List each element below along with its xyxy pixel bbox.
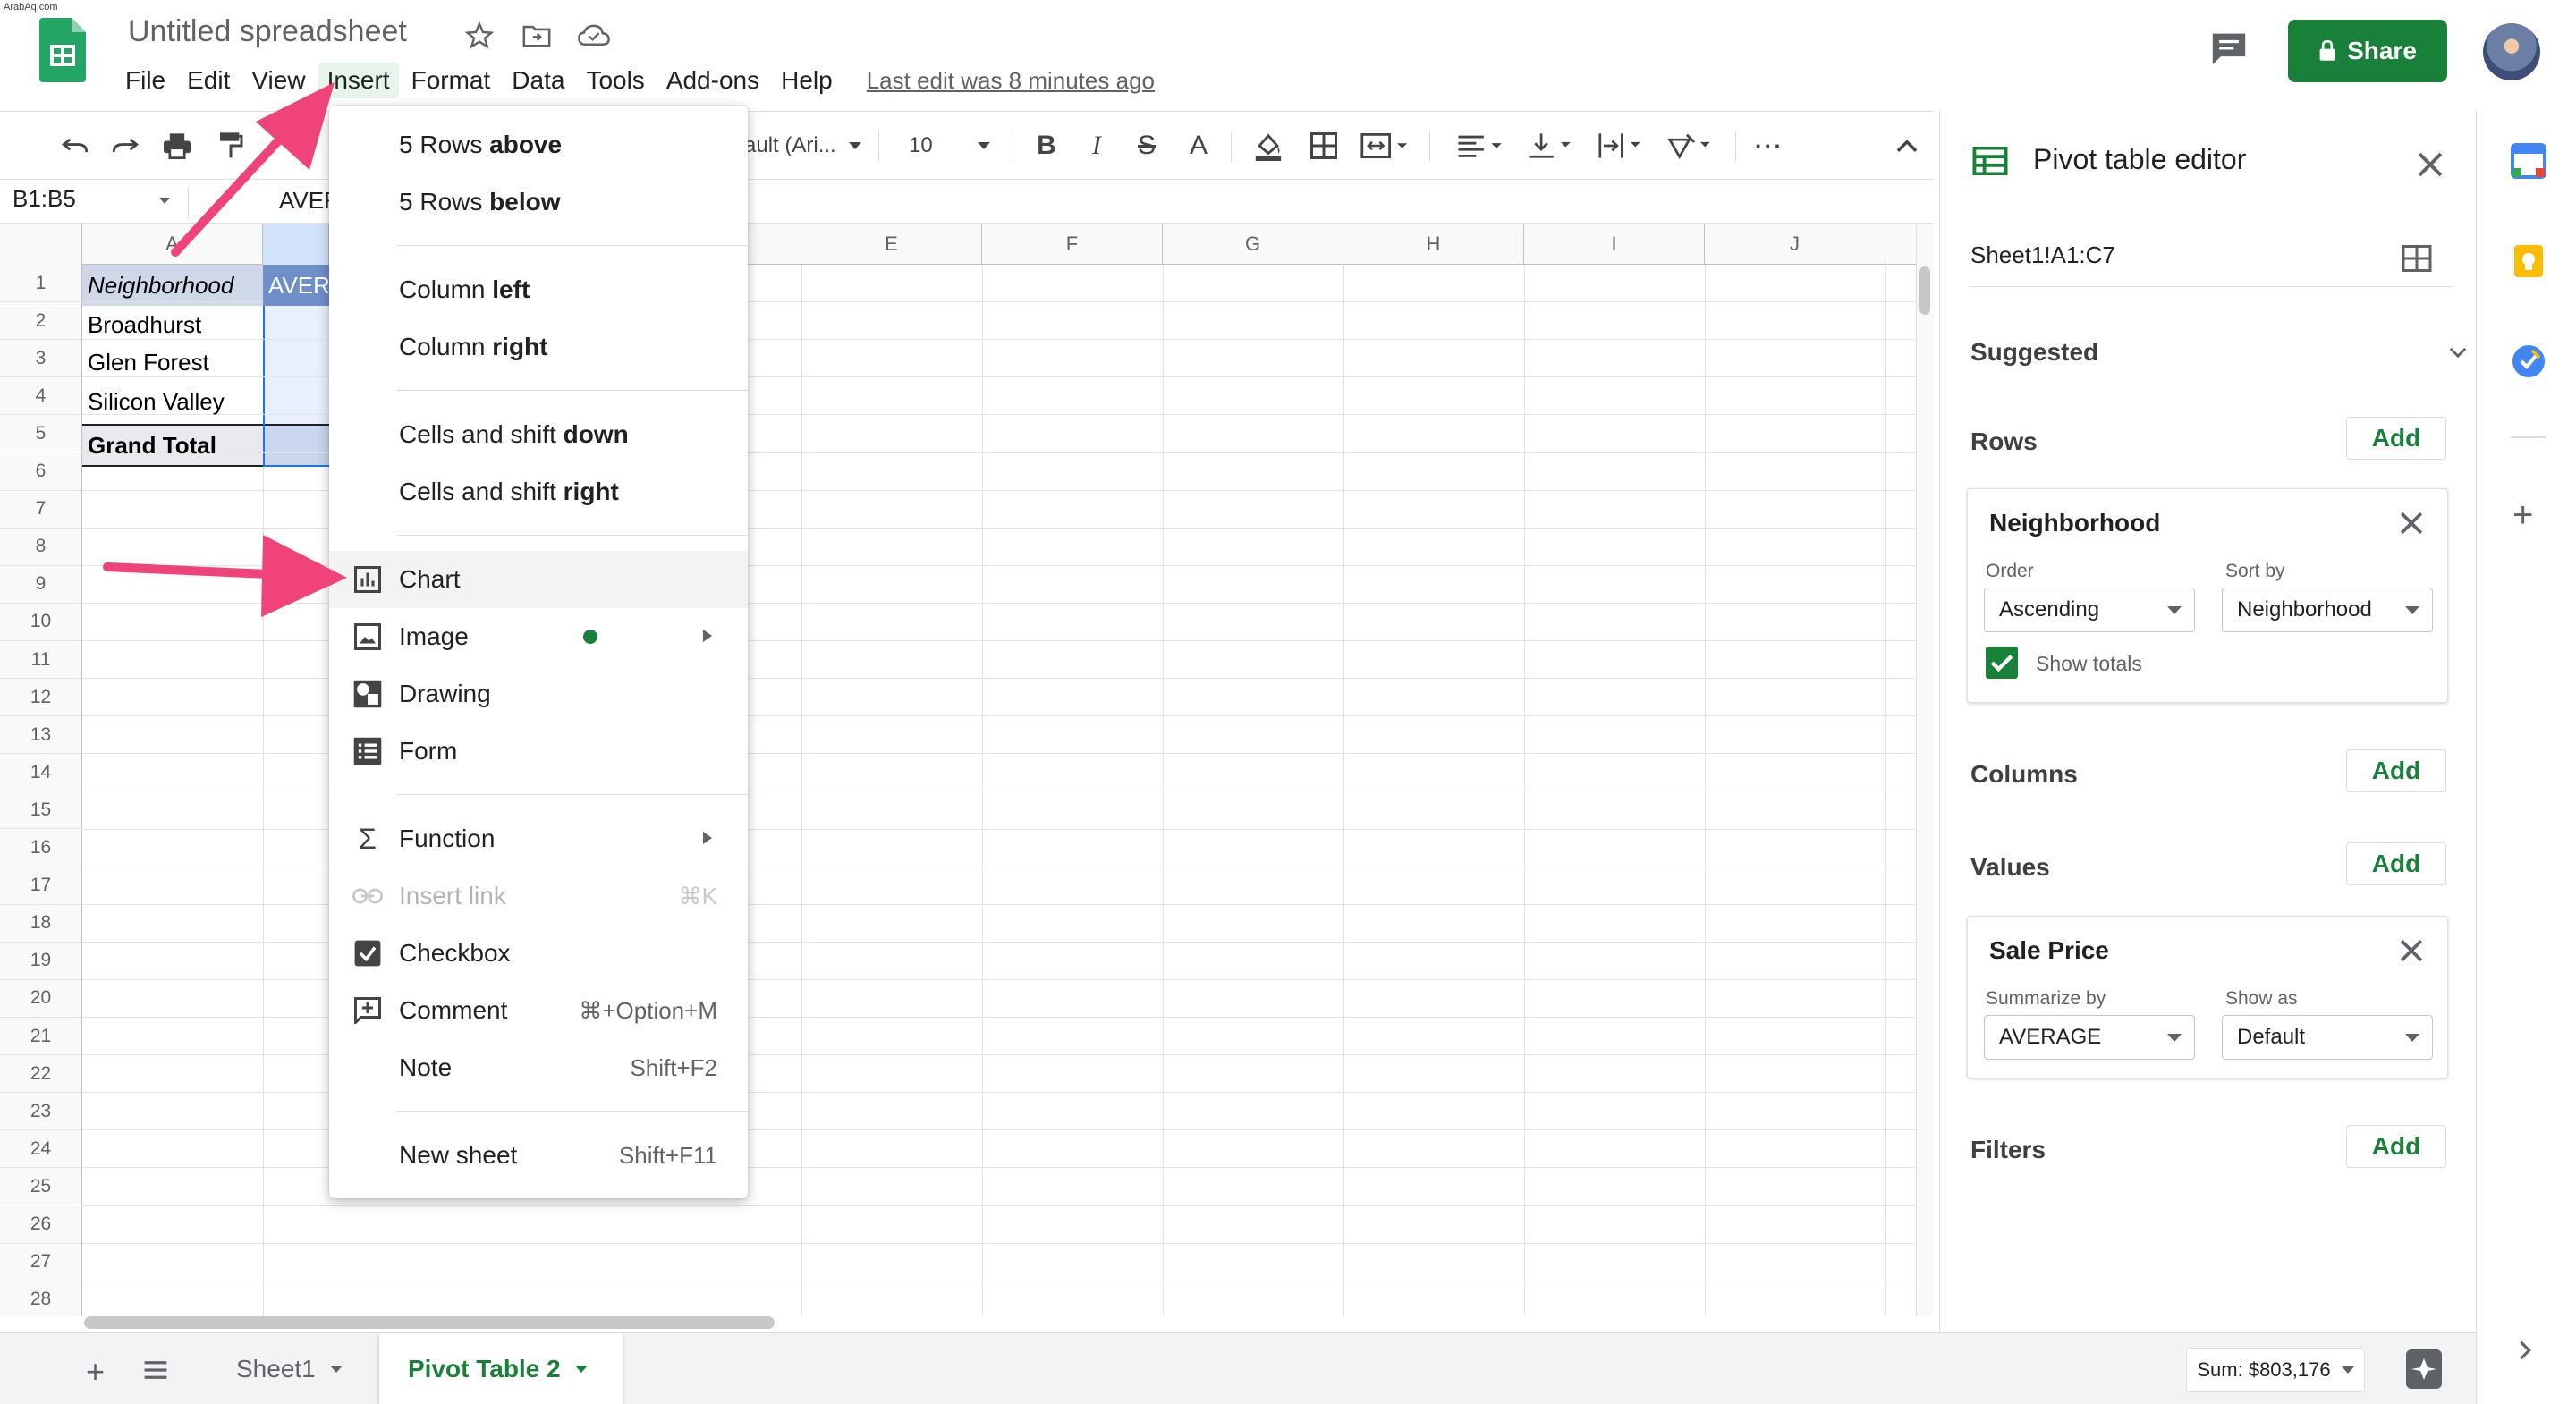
arrow-to-chart-item-icon: [103, 535, 347, 617]
arrow-to-insert-menu-icon: [171, 82, 335, 257]
annotation-arrows: [103, 82, 347, 617]
